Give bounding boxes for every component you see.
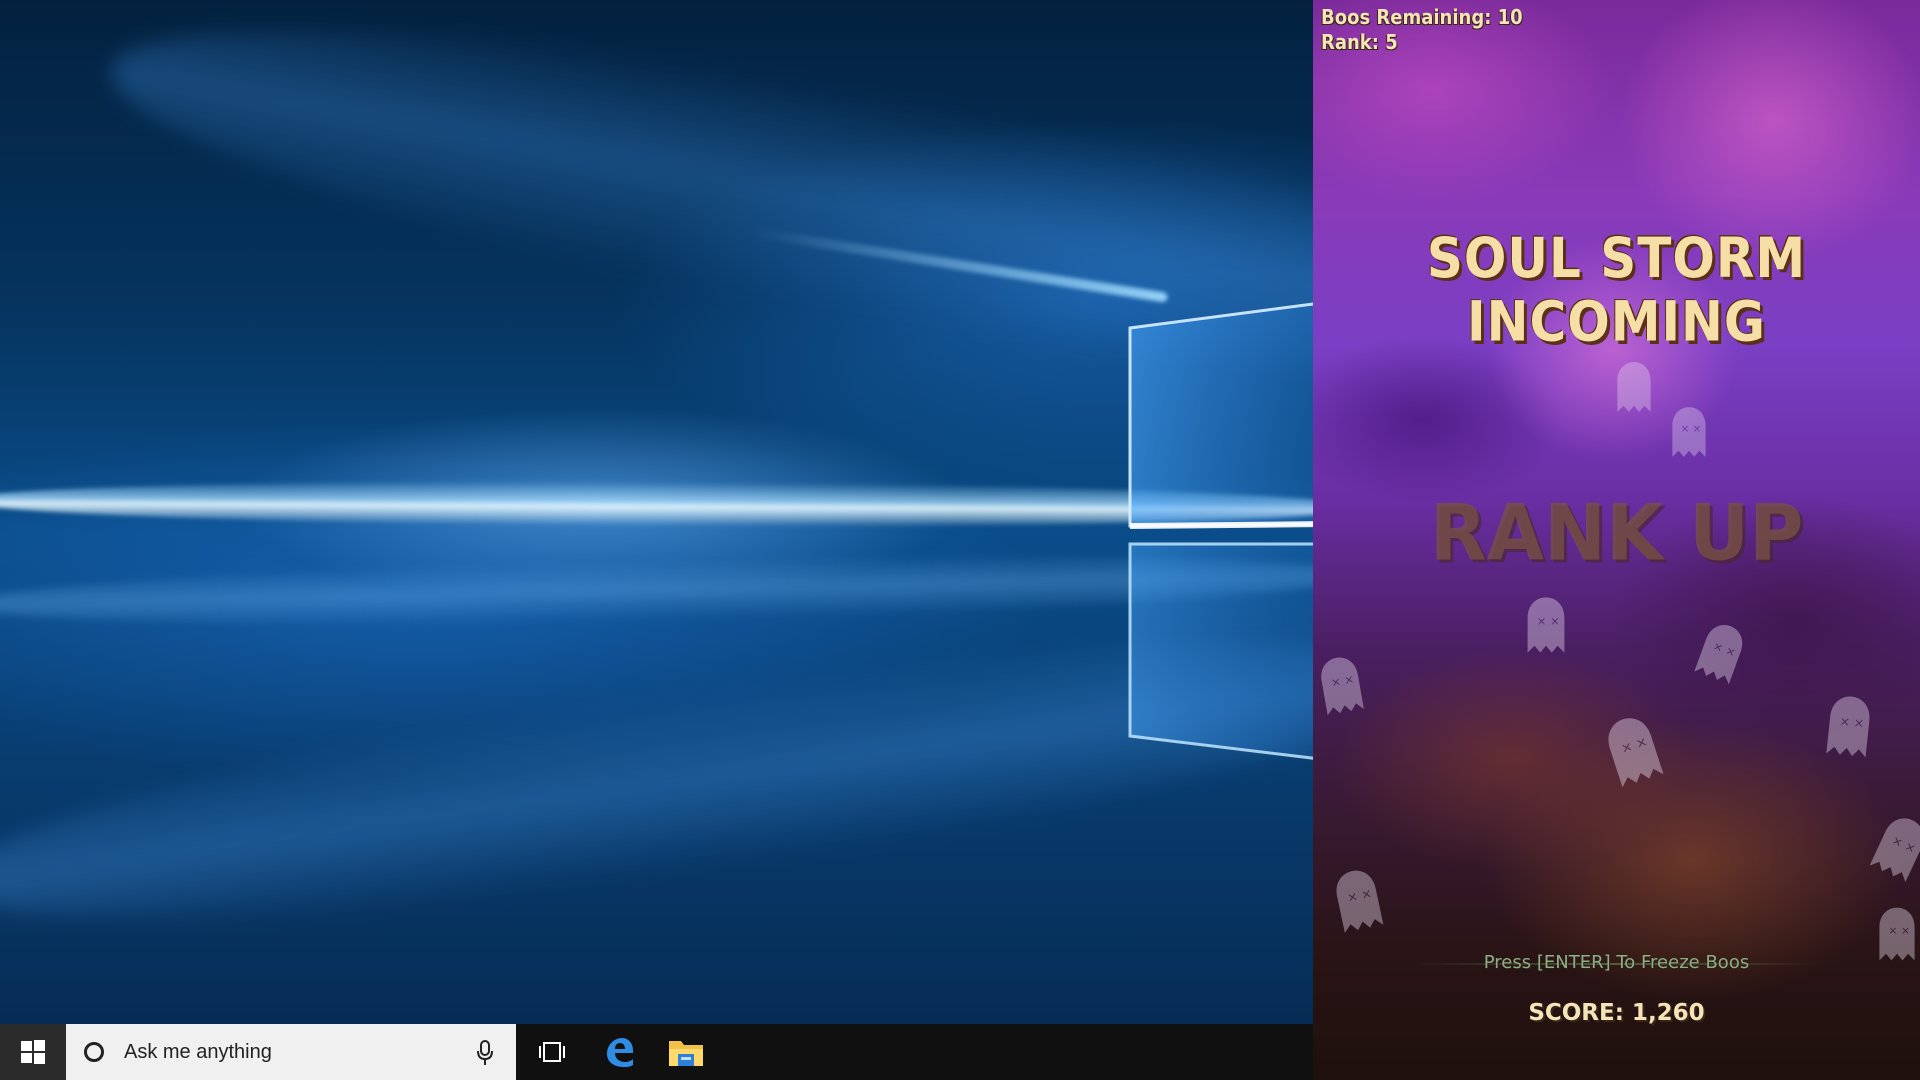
soul-storm-banner: SOUL STORM INCOMING <box>1313 226 1920 354</box>
screen: Ask me anything <box>0 0 1920 1080</box>
ghost-icon: × × <box>1864 807 1920 886</box>
start-button[interactable] <box>0 1024 66 1080</box>
ghost-icon: × × <box>1313 651 1369 718</box>
edge-icon <box>603 1036 635 1068</box>
search-placeholder: Ask me anything <box>124 1024 272 1080</box>
windows-start-icon <box>21 1040 45 1064</box>
svg-text:× ×: × × <box>1888 924 1910 937</box>
file-explorer-button[interactable] <box>658 1024 714 1080</box>
ghost-icon: × × <box>1689 616 1753 688</box>
ghost-icon: × × <box>1821 692 1877 761</box>
boos-remaining-counter: Boos Remaining: 10 <box>1321 5 1523 29</box>
task-view-button[interactable] <box>524 1024 580 1080</box>
edge-button[interactable] <box>591 1024 647 1080</box>
freeze-boos-prompt: Press [ENTER] To Freeze Boos <box>1313 952 1920 973</box>
search-box[interactable]: Ask me anything <box>66 1024 516 1080</box>
cortana-circle-icon <box>84 1042 104 1062</box>
desktop-wallpaper <box>0 0 1313 1024</box>
file-explorer-icon <box>668 1037 704 1067</box>
microphone-icon[interactable] <box>476 1040 494 1066</box>
rank-counter: Rank: 5 <box>1321 30 1398 54</box>
score-display: SCORE: 1,260 <box>1313 1000 1920 1026</box>
svg-text:× ×: × × <box>1681 423 1702 435</box>
windows-logo-light <box>1128 300 1313 760</box>
ghost-icon: × × <box>1327 864 1389 937</box>
rank-up-text: RANK UP <box>1313 488 1920 578</box>
ghost-icon: × × <box>1523 595 1569 655</box>
ghost-icon: × × <box>1597 708 1670 791</box>
svg-text:× ×: × × <box>1537 614 1560 628</box>
task-view-icon <box>538 1042 566 1062</box>
svg-text:× ×: × × <box>1839 714 1865 730</box>
game-window[interactable]: Boos Remaining: 10 Rank: 5 SOUL STORM IN… <box>1313 0 1920 1080</box>
ghost-icon <box>1613 360 1655 414</box>
taskbar: Ask me anything <box>0 1024 1313 1080</box>
ghost-icon: × × <box>1668 405 1710 459</box>
